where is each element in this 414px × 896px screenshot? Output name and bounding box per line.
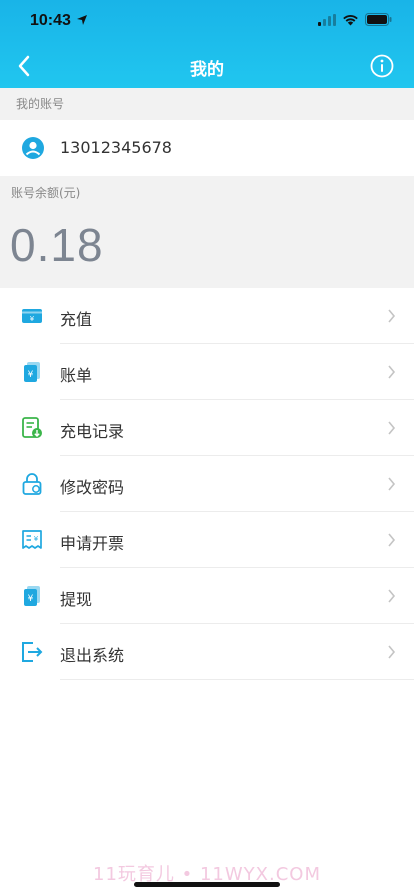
menu-item-withdraw[interactable]: ¥ 提现 <box>0 568 414 624</box>
status-time: 10:43 <box>30 12 71 29</box>
location-arrow-icon <box>77 15 87 25</box>
lock-icon <box>22 473 42 495</box>
bill-yen-icon: ¥ <box>24 362 40 382</box>
charging-record-icon <box>22 417 42 438</box>
chevron-right-icon <box>388 365 396 379</box>
account-row: 13012345678 <box>0 120 414 176</box>
header: 10:43 我的 <box>0 0 414 88</box>
invoice-icon: ¥ <box>22 530 42 549</box>
menu-label-bill: 账单 <box>60 366 93 385</box>
chevron-right-icon <box>388 533 396 547</box>
chevron-right-icon <box>388 645 396 659</box>
menu-label-invoice: 申请开票 <box>60 534 125 553</box>
user-avatar-icon <box>22 137 44 159</box>
menu-label-logout: 退出系统 <box>60 646 125 665</box>
balance-box: 账号余额(元) 0.18 <box>0 176 414 288</box>
withdraw-yen-icon: ¥ <box>24 586 40 606</box>
menu-item-change-password[interactable]: 修改密码 <box>0 456 414 512</box>
page-title: 我的 <box>190 60 224 80</box>
menu-label-recharge: 充值 <box>60 310 93 329</box>
balance-label: 账号余额(元) <box>11 186 81 200</box>
logout-icon <box>22 642 43 662</box>
svg-text:¥: ¥ <box>28 594 34 604</box>
account-section-label: 我的账号 <box>0 88 414 120</box>
menu-label-change-password: 修改密码 <box>60 478 125 497</box>
signal-icon <box>318 13 336 26</box>
recharge-card-icon: ¥ <box>22 309 42 323</box>
menu-item-logout[interactable]: 退出系统 <box>0 624 414 680</box>
menu-item-charging-record[interactable]: 充电记录 <box>0 400 414 456</box>
chevron-right-icon <box>388 589 396 603</box>
menu-item-invoice[interactable]: ¥ 申请开票 <box>0 512 414 568</box>
svg-text:¥: ¥ <box>28 370 34 380</box>
nav-bar: 我的 <box>0 44 414 88</box>
account-phone: 13012345678 <box>60 138 172 157</box>
chevron-right-icon <box>388 477 396 491</box>
wifi-icon <box>343 14 358 25</box>
svg-text:¥: ¥ <box>34 535 39 543</box>
menu-item-recharge[interactable]: ¥ 充值 <box>0 288 414 344</box>
battery-icon <box>365 13 392 26</box>
chevron-right-icon <box>388 421 396 435</box>
menu-label-withdraw: 提现 <box>60 590 93 609</box>
balance-value: 0.18 <box>10 219 104 271</box>
menu-list: ¥ 充值 ¥ 账单 充电记录 修改密码 ¥ 申请开票 ¥ 提现 退出系统 <box>0 288 414 680</box>
status-indicators <box>318 13 392 26</box>
status-bar: 10:43 <box>0 0 414 44</box>
info-icon[interactable] <box>370 54 394 78</box>
menu-label-charging-record: 充电记录 <box>60 422 125 441</box>
menu-item-bill[interactable]: ¥ 账单 <box>0 344 414 400</box>
home-indicator <box>134 882 280 887</box>
svg-text:¥: ¥ <box>30 315 35 323</box>
chevron-right-icon <box>388 309 396 323</box>
